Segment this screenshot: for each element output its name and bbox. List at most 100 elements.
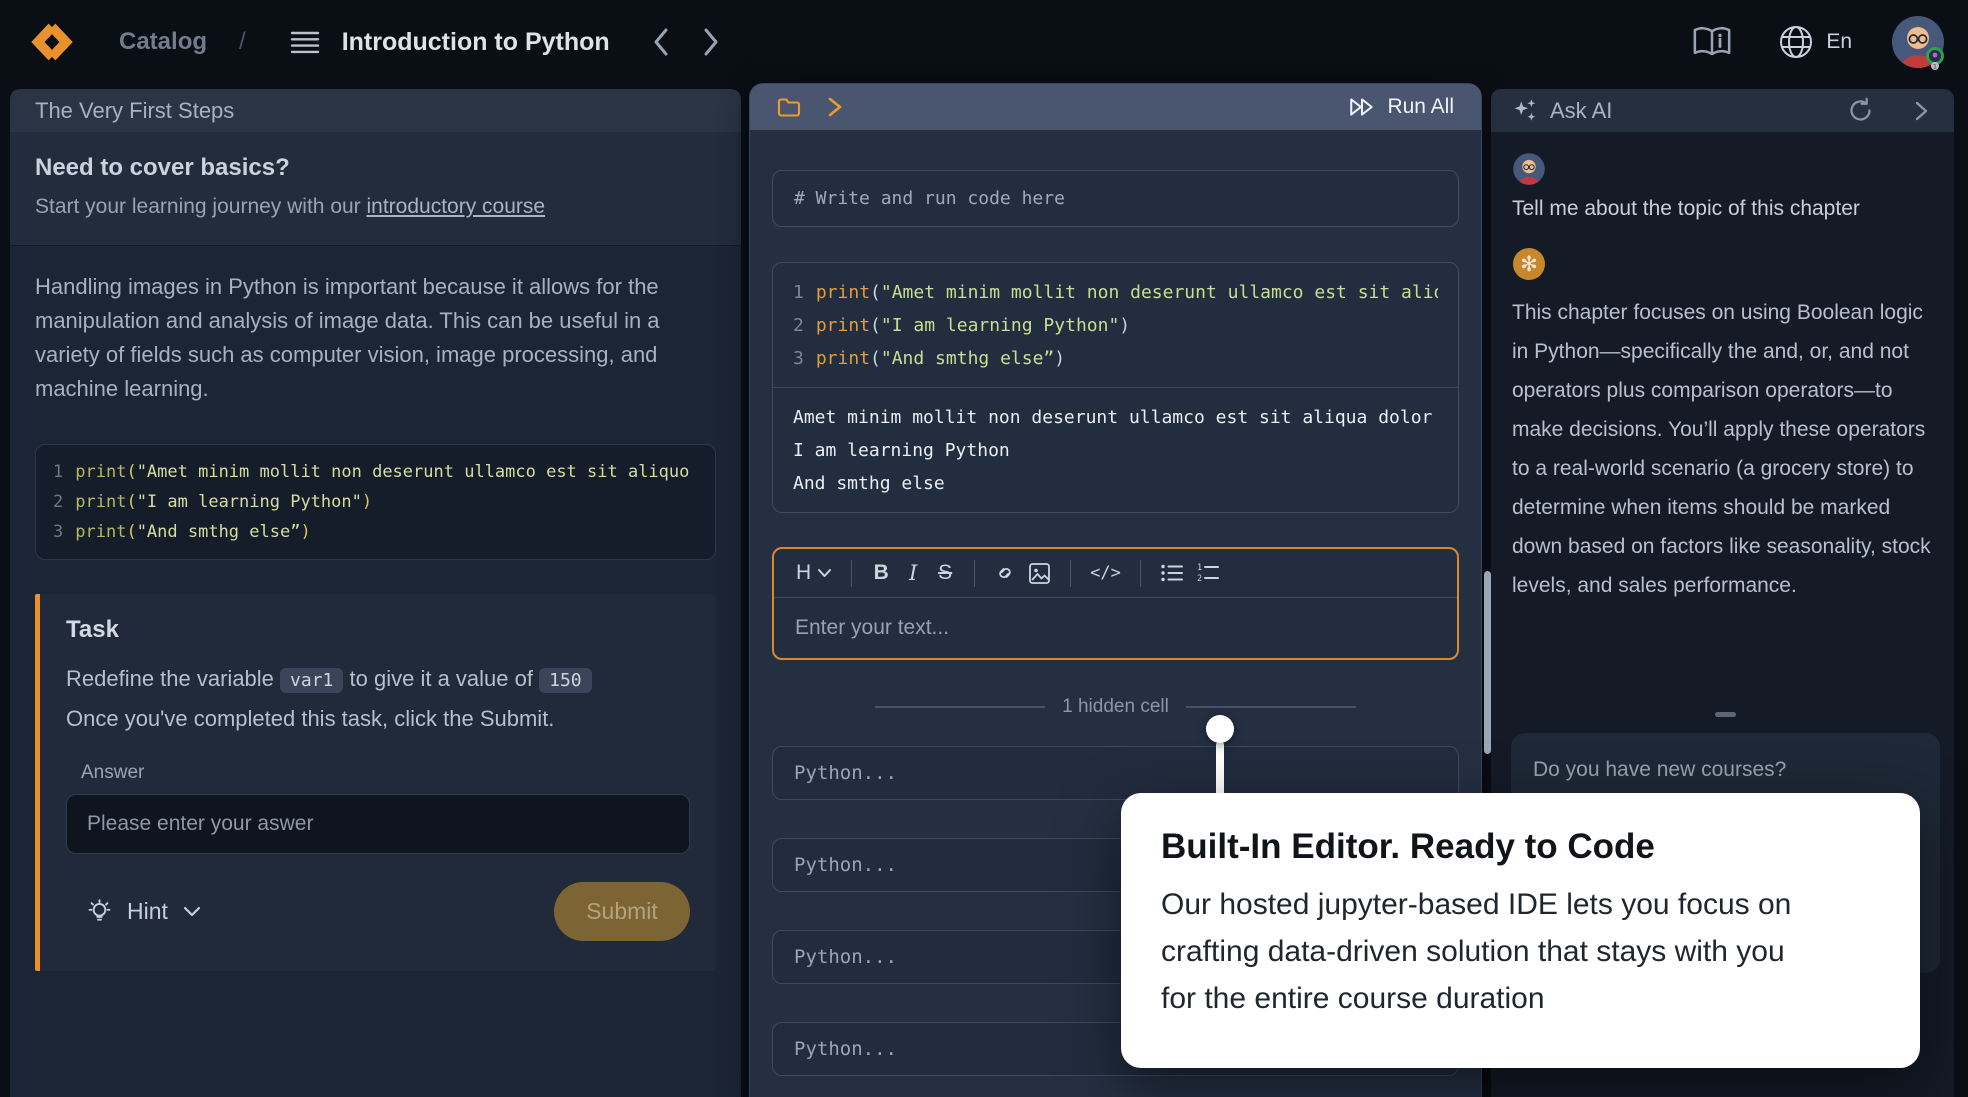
breadcrumb-catalog[interactable]: Catalog [113, 27, 213, 57]
expand-sidebar-button[interactable] [821, 95, 849, 119]
list-icon [290, 30, 320, 54]
brand-logo-icon [29, 21, 75, 63]
inline-code-var1: var1 [280, 668, 343, 693]
files-button[interactable] [771, 96, 807, 119]
reset-chat-button[interactable] [1841, 96, 1880, 125]
output-line: And smthg else [793, 467, 1438, 500]
ai-avatar-wrap: ✻ [1512, 247, 1942, 281]
code-cell-output: Amet minim mollit non deserunt ullamco e… [773, 387, 1458, 512]
task-text: Redefine the variable [66, 666, 274, 691]
numbered-list-button[interactable]: 1 2 [1190, 556, 1226, 590]
chat-thread: Tell me about the topic of this chapter … [1491, 132, 1954, 605]
chapter-list-button[interactable] [284, 29, 326, 55]
image-button[interactable] [1022, 556, 1057, 590]
page-title: Introduction to Python [342, 28, 610, 57]
lesson-panel: The Very First Steps Need to cover basic… [10, 89, 741, 1097]
tooltip-body: Our hosted jupyter-based IDE lets you fo… [1161, 881, 1826, 1022]
docs-button[interactable] [1686, 25, 1738, 59]
collapsed-cell[interactable]: Python... [772, 746, 1459, 800]
topbar-actions: En 1 [1686, 14, 1946, 70]
lesson-body: Handling images in Python is important b… [10, 246, 741, 971]
chevron-down-icon [817, 568, 832, 578]
ask-ai-actions [1841, 96, 1935, 125]
bold-button[interactable]: B [865, 556, 897, 590]
chevron-right-icon [1914, 99, 1929, 123]
ask-ai-title: Ask AI [1550, 98, 1612, 124]
sparkles-icon [1510, 97, 1537, 124]
folder-icon [777, 97, 801, 118]
code-line: 3print("And smthg else”) [53, 517, 698, 547]
task-footer: Hint Submit [66, 882, 690, 941]
avatar-image: 1 [1890, 14, 1946, 70]
svg-text:2: 2 [1197, 574, 1202, 583]
task-card: Task Redefine the variable var1 to give … [35, 594, 716, 971]
lesson-title: The Very First Steps [35, 98, 234, 124]
lesson-paragraph: Handling images in Python is important b… [35, 270, 716, 406]
toolbar-divider [974, 560, 975, 587]
markdown-text-input[interactable] [774, 598, 1457, 658]
heading-label: H [796, 561, 811, 585]
code-line: 3print("And smthg else”) [793, 342, 1438, 375]
scratch-code-cell[interactable]: # Write and run code here [772, 170, 1459, 227]
markdown-editor[interactable]: H B I S [772, 547, 1459, 660]
breadcrumb-separator: / [239, 28, 246, 56]
answer-input[interactable] [66, 794, 690, 854]
callout-text: Start your learning journey with our int… [35, 195, 716, 219]
chevron-right-icon [827, 96, 843, 118]
markdown-toolbar: H B I S [774, 549, 1457, 598]
collapse-panel-button[interactable] [1908, 98, 1935, 124]
code-format-button[interactable]: </> [1084, 556, 1127, 590]
resize-handle[interactable] [1715, 712, 1736, 717]
brand-logo[interactable] [23, 20, 81, 64]
toolbar-divider [1140, 560, 1141, 587]
run-all-button[interactable]: Run All [1342, 94, 1460, 120]
heading-button[interactable]: H [790, 556, 838, 590]
globe-icon [1778, 24, 1814, 60]
code-cell-source[interactable]: 1print("Amet minim mollit non deserunt u… [773, 263, 1458, 387]
lightbulb-icon [86, 898, 113, 925]
book-icon [1692, 26, 1732, 58]
editor-header: Run All [750, 84, 1481, 130]
code-line: 2print("I am learning Python") [793, 309, 1438, 342]
tour-anchor-dot[interactable] [1206, 715, 1234, 743]
strikethrough-button[interactable]: S [929, 556, 961, 590]
output-line: Amet minim mollit non deserunt ullamco e… [793, 401, 1438, 434]
toolbar-divider [1070, 560, 1071, 587]
language-switcher[interactable]: En [1772, 23, 1858, 61]
task-title: Task [66, 616, 690, 644]
hint-label: Hint [127, 898, 168, 925]
code-line: 2print("I am learning Python") [53, 487, 698, 517]
link-button[interactable] [988, 556, 1022, 590]
user-avatar[interactable]: 1 [1890, 14, 1946, 70]
code-cell[interactable]: 1print("Amet minim mollit non deserunt u… [772, 262, 1459, 513]
ai-response-message: This chapter focuses on using Boolean lo… [1512, 293, 1942, 605]
next-chapter-button[interactable] [696, 26, 726, 58]
svg-text:1: 1 [1933, 62, 1937, 70]
refresh-icon [1847, 97, 1874, 124]
language-label: En [1826, 30, 1852, 54]
task-instruction-line2: Once you've completed this task, click t… [66, 700, 690, 738]
task-instruction-line1: Redefine the variable var1 to give it a … [66, 660, 690, 700]
bullet-list-icon [1160, 563, 1184, 583]
svg-text:✻: ✻ [1520, 252, 1538, 276]
submit-button[interactable]: Submit [554, 882, 690, 941]
hidden-cell-divider[interactable]: 1 hidden cell [772, 696, 1459, 718]
ai-assistant-avatar: ✻ [1512, 247, 1546, 281]
italic-button[interactable]: I [897, 556, 929, 590]
chevron-right-icon [702, 27, 720, 57]
callout-text-prefix: Start your learning journey with our [35, 195, 367, 218]
introductory-course-link[interactable]: introductory course [367, 195, 546, 218]
vertical-scrollbar[interactable] [1484, 571, 1491, 754]
lesson-code-sample: 1print("Amet minim mollit non deserunt u… [35, 444, 716, 560]
bullet-list-button[interactable] [1154, 556, 1190, 590]
tooltip-title: Built-In Editor. Ready to Code [1161, 827, 1880, 867]
prev-chapter-button[interactable] [646, 26, 676, 58]
hint-button[interactable]: Hint [80, 897, 208, 926]
chevron-down-icon [182, 905, 202, 918]
numbered-list-icon: 1 2 [1196, 563, 1220, 583]
link-icon [994, 562, 1016, 584]
divider-line [1186, 706, 1356, 708]
user-message-avatar [1512, 152, 1546, 186]
output-line: I am learning Python [793, 434, 1438, 467]
toolbar-divider [851, 560, 852, 587]
